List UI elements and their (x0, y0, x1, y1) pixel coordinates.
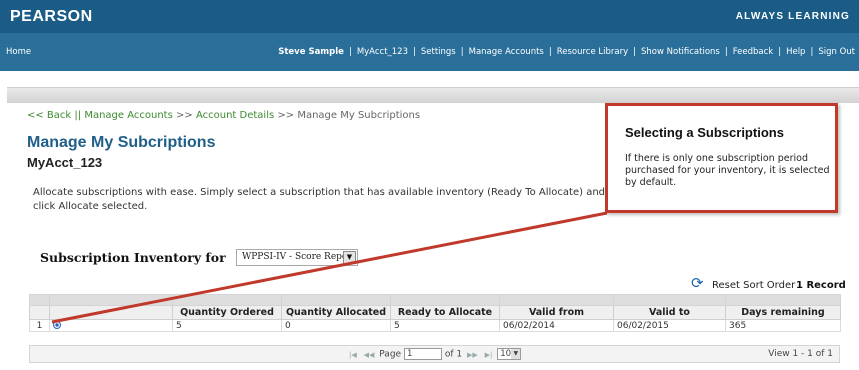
nav-separator: | (778, 47, 782, 57)
view-records-text: View 1 - 1 of 1 (768, 349, 833, 359)
nav-separator: | (348, 47, 352, 57)
nav-help-link[interactable]: Help (786, 47, 805, 57)
page-size-value: 10 (500, 349, 512, 359)
prev-page-icon[interactable]: ◀◀ (364, 351, 375, 359)
page-number-input[interactable]: 1 (403, 348, 442, 360)
last-page-icon[interactable]: ▶| (485, 351, 493, 359)
record-count: 1 Record (796, 280, 846, 291)
pager: |◀ ◀◀ Page 1 of 1 ▶▶ ▶| 10 ▼ View 1 - 1 o… (29, 345, 840, 363)
table-filler-cell (172, 294, 282, 306)
pearson-logo: PEARSON (10, 8, 93, 25)
column-header-valid-from[interactable]: Valid from (499, 305, 614, 320)
table-header-row: Quantity Ordered Quantity Allocated Read… (29, 305, 841, 320)
column-header-select (49, 305, 173, 320)
next-page-icon[interactable]: ▶▶ (467, 351, 478, 359)
table-filler-cell (49, 294, 173, 306)
nav-show-notifications-link[interactable]: Show Notifications (641, 47, 720, 57)
table-row[interactable]: 1 5 0 5 06/02/2014 06/02/2015 365 (29, 319, 841, 332)
nav-user-name[interactable]: Steve Sample (278, 47, 344, 57)
inventory-label: Subscription Inventory for (40, 250, 226, 265)
page-title: Manage My Subcriptions (27, 134, 216, 151)
chevron-down-icon[interactable]: ▼ (343, 251, 356, 264)
pager-page-label: Page (379, 349, 402, 360)
spacer (0, 71, 859, 87)
cell-days-remaining: 365 (725, 319, 841, 332)
inventory-select-value: WPPSI-IV - Score Report (242, 252, 356, 262)
breadcrumb-separator: || (71, 110, 85, 121)
cell-valid-to: 06/02/2015 (613, 319, 726, 332)
nav-separator: | (413, 47, 416, 57)
callout-body: If there is only one subscription period… (625, 153, 830, 188)
nav-settings-link[interactable]: Settings (421, 47, 456, 57)
column-header-ready-to-allocate[interactable]: Ready to Allocate (390, 305, 500, 320)
nav-feedback-link[interactable]: Feedback (733, 47, 773, 57)
table-filler-cell (390, 294, 500, 306)
breadcrumb-account-details-link[interactable]: Account Details (196, 110, 274, 121)
breadcrumb-manage-accounts-link[interactable]: Manage Accounts (84, 110, 173, 121)
nav-separator: | (810, 47, 814, 57)
nav-links: Steve Sample | MyAcct_123 | Settings | Manage … (278, 47, 855, 57)
callout-title: Selecting a Subscriptions (625, 125, 784, 140)
table-filler-cell (29, 294, 50, 306)
page-description: Allocate subscriptions with ease. Simply… (33, 187, 606, 212)
nav-sign-out-link[interactable]: Sign Out (818, 47, 855, 57)
nav-separator: | (633, 47, 636, 57)
nav-separator: | (460, 47, 464, 57)
table-filler-cell (613, 294, 726, 306)
subscription-table: Quantity Ordered Quantity Allocated Read… (29, 294, 841, 332)
row-number: 1 (29, 319, 50, 332)
radio-selected-icon[interactable] (53, 321, 61, 329)
page-size-select[interactable]: 10 ▼ (497, 348, 522, 360)
account-name: MyAcct_123 (27, 155, 103, 170)
column-header-valid-to[interactable]: Valid to (613, 305, 726, 320)
breadcrumb-separator: >> (274, 110, 298, 121)
nav-separator: | (548, 47, 552, 57)
tagline: ALWAYS LEARNING (735, 11, 850, 22)
row-select-cell (49, 319, 173, 332)
nav-bar: Home Steve Sample | MyAcct_123 | Settings | Ma… (0, 33, 859, 71)
cell-quantity-allocated: 0 (281, 319, 391, 332)
column-header-rownum (29, 305, 50, 320)
nav-home-link[interactable]: Home (6, 47, 31, 57)
nav-separator: | (724, 47, 728, 57)
chevron-down-icon[interactable]: ▼ (511, 349, 521, 359)
refresh-icon[interactable]: ⟳ (691, 276, 706, 291)
breadcrumb: << Back || Manage Accounts >> Account De… (27, 110, 420, 121)
first-page-icon[interactable]: |◀ (349, 351, 357, 359)
table-filler-cell (725, 294, 841, 306)
nav-manage-accounts-link[interactable]: Manage Accounts (469, 47, 544, 57)
column-header-days-remaining[interactable]: Days remaining (725, 305, 841, 320)
breadcrumb-current: Manage My Subcriptions (297, 110, 421, 121)
cell-quantity-ordered: 5 (172, 319, 282, 332)
reset-sort-order-link[interactable]: Reset Sort Order (712, 280, 795, 291)
cell-ready-to-allocate: 5 (390, 319, 500, 332)
cell-valid-from: 06/02/2014 (499, 319, 614, 332)
table-top-bar (29, 294, 841, 306)
breadcrumb-back-link[interactable]: << Back (27, 110, 71, 121)
top-banner: PEARSON ALWAYS LEARNING (0, 0, 859, 33)
inventory-select[interactable]: WPPSI-IV - Score Report ▼ (236, 249, 358, 266)
nav-myacct-link[interactable]: MyAcct_123 (357, 47, 408, 57)
table-filler-cell (499, 294, 614, 306)
nav-resource-library-link[interactable]: Resource Library (557, 47, 628, 57)
column-header-quantity-allocated[interactable]: Quantity Allocated (281, 305, 391, 320)
pager-of-label: of 1 (444, 349, 463, 360)
table-filler-cell (281, 294, 391, 306)
pager-controls: |◀ ◀◀ Page 1 of 1 ▶▶ ▶| 10 ▼ (347, 348, 522, 360)
help-callout: Selecting a Subscriptions If there is on… (605, 103, 838, 213)
breadcrumb-separator: >> (172, 110, 196, 121)
column-header-quantity-ordered[interactable]: Quantity Ordered (172, 305, 282, 320)
sub-header-bar (7, 87, 859, 103)
